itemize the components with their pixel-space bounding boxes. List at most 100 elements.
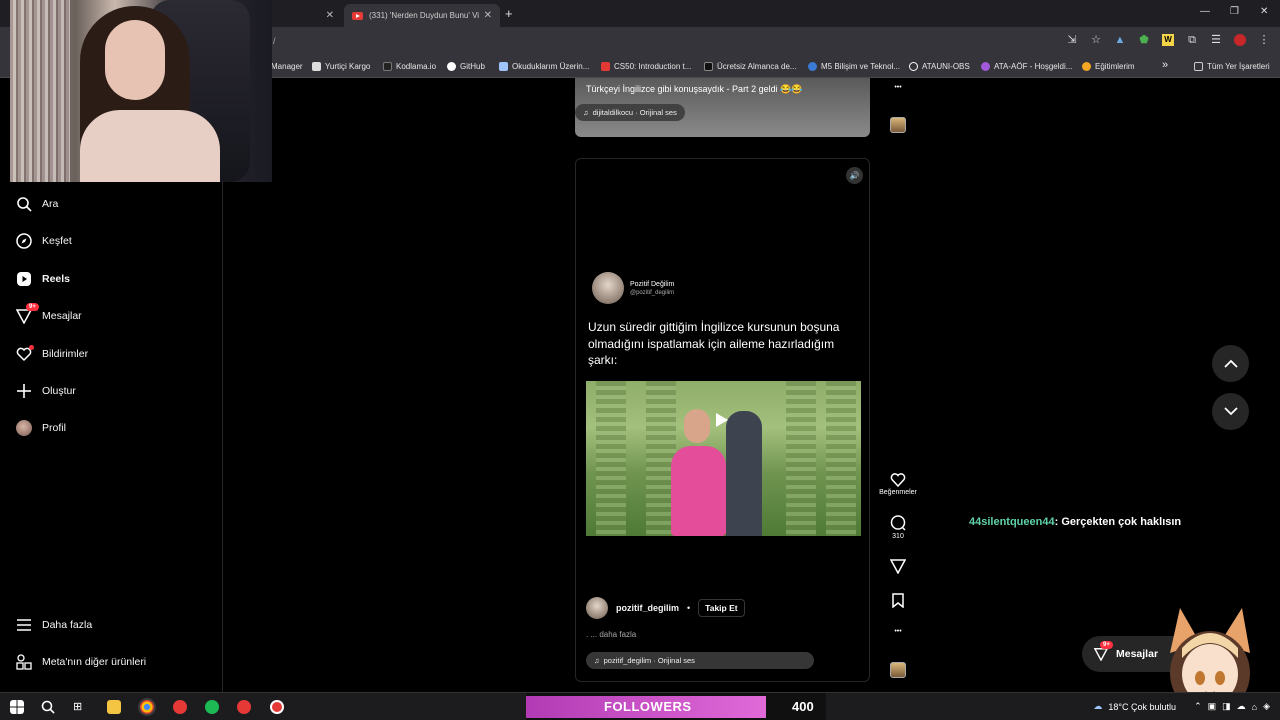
separator-dot: •: [687, 603, 691, 613]
previous-post[interactable]: Türkçeyi İngilizce gibi konuşsaydık - Pa…: [575, 78, 870, 137]
send-icon: [890, 559, 906, 574]
shield-extension-icon[interactable]: ⬟: [1138, 34, 1150, 46]
sidebar-item-messages[interactable]: 9+ Mesajlar: [15, 303, 82, 325]
more-options-icon[interactable]: •••: [878, 84, 918, 91]
bookmark-item[interactable]: Kodlama.io: [383, 62, 436, 71]
task-view-icon[interactable]: ⊞: [73, 700, 87, 714]
url-text[interactable]: /: [273, 36, 276, 46]
like-button[interactable]: Beğenmeler: [878, 472, 918, 496]
tray-icon[interactable]: ⌂: [1252, 702, 1257, 712]
m5-icon: [808, 62, 817, 71]
close-tab-icon[interactable]: ✕: [326, 10, 334, 21]
video-frame[interactable]: [586, 381, 861, 536]
spotify-icon[interactable]: [205, 700, 219, 714]
puzzle-icon[interactable]: ⧉: [1186, 34, 1198, 46]
bookmark-item[interactable]: GitHub: [447, 62, 485, 71]
file-explorer-icon[interactable]: [107, 700, 121, 714]
weather-text[interactable]: 18°C Çok bulutlu: [1108, 702, 1176, 712]
tray-icon[interactable]: ◈: [1263, 701, 1270, 712]
bookmark-item[interactable]: Manager: [271, 62, 303, 71]
bookmark-item[interactable]: Okuduklarım Üzerin...: [499, 62, 589, 71]
comment-button[interactable]: 310: [878, 515, 918, 540]
search-icon[interactable]: [41, 700, 55, 714]
sidebar-item-reels[interactable]: Reels: [16, 271, 70, 287]
audio-pill[interactable]: ♫ dijitaldilkocu · Orijinal ses: [575, 104, 685, 121]
kebab-menu-icon[interactable]: ⋮: [1258, 34, 1270, 46]
close-window-icon[interactable]: ✕: [1260, 6, 1268, 17]
tray-icon[interactable]: ☁: [1237, 701, 1246, 712]
heart-icon: [890, 473, 906, 487]
sidebar-item-label: Keşfet: [42, 235, 72, 247]
messenger-icon: 9+: [15, 303, 39, 325]
restore-icon[interactable]: ❐: [1230, 6, 1239, 17]
taskbar: ⊞ FOLLOWERS 400 ☁ 18°C Çok bulutlu ⌃ ▣ ◨…: [0, 692, 1280, 720]
new-tab-button[interactable]: +: [505, 6, 513, 21]
bookmark-item[interactable]: M5 Bilişim ve Teknol...: [808, 62, 900, 71]
more-options-icon[interactable]: •••: [878, 628, 918, 635]
likes-label: Beğenmeler: [879, 489, 917, 496]
bookmark-item[interactable]: Ücretsiz Almanca de...: [704, 62, 797, 71]
music-icon: ♫: [594, 656, 600, 665]
more-link[interactable]: . ... daha fazla: [586, 630, 636, 639]
sidebar-item-search[interactable]: Ara: [16, 196, 58, 212]
bookmark-item[interactable]: ATAUNI-OBS: [909, 62, 970, 71]
save-button[interactable]: [878, 593, 918, 610]
tab-1[interactable]: ✕: [272, 4, 342, 27]
tray-icon[interactable]: ▣: [1208, 701, 1217, 712]
play-icon[interactable]: [716, 413, 728, 427]
app-icon-red[interactable]: [173, 700, 187, 714]
extension-w-icon[interactable]: W: [1162, 34, 1174, 46]
sidebar-item-more[interactable]: Daha fazla: [16, 617, 92, 633]
tab-youtube[interactable]: (331) 'Nerden Duydun Bunu' Vi ✕: [344, 4, 500, 27]
sidebar-item-create[interactable]: Oluştur: [16, 383, 76, 399]
chat-text: : Gerçekten çok haklısın: [1054, 516, 1182, 528]
sidebar-item-label: Bildirimler: [42, 348, 89, 360]
tweet-text: Uzun süredir gittiğim İngilizce kursunun…: [588, 320, 840, 367]
windows-start-icon[interactable]: [10, 700, 24, 714]
github-icon: [447, 62, 456, 71]
post-author: pozitif_degilim • Takip Et: [586, 597, 745, 619]
sidebar-item-label: Ara: [42, 198, 59, 210]
chat-message: 44silentqueen44: Gerçekten çok haklısın: [969, 516, 1181, 528]
profile-avatar[interactable]: [1234, 34, 1246, 46]
sidebar-item-explore[interactable]: Keşfet: [16, 233, 72, 249]
audio-pill[interactable]: ♫ pozitif_degilim · Orijinal ses: [586, 652, 814, 669]
weather-icon[interactable]: ☁: [1093, 701, 1102, 712]
reels-icon: [17, 272, 31, 286]
book-icon: [499, 62, 508, 71]
search-icon: [17, 197, 32, 212]
sidebar-item-label: Mesajlar: [42, 310, 82, 322]
webcam-overlay: [10, 0, 272, 182]
audio-thumbnail[interactable]: [890, 662, 906, 678]
sidebar-item-notifications[interactable]: Bildirimler: [16, 345, 89, 362]
follow-button[interactable]: Takip Et: [698, 599, 745, 617]
obs-icon[interactable]: [270, 700, 284, 714]
sidebar-item-meta[interactable]: Meta'nın diğer ürünleri: [16, 654, 146, 670]
sidebar-item-profile[interactable]: Profil: [16, 420, 66, 436]
author-username[interactable]: pozitif_degilim: [616, 603, 679, 613]
extension-1-icon[interactable]: ▲: [1114, 34, 1126, 46]
audio-thumbnail[interactable]: [890, 117, 906, 133]
bookmark-item[interactable]: ATA-AÖF - Hoşgeldi...: [981, 62, 1072, 71]
bookmarks-overflow-button[interactable]: »: [1162, 59, 1168, 71]
notification-dot: [29, 345, 34, 350]
minimize-icon[interactable]: —: [1200, 6, 1210, 17]
star-icon[interactable]: ☆: [1090, 34, 1102, 46]
chevron-up-icon[interactable]: ⌃: [1194, 701, 1202, 712]
previous-reel-button[interactable]: [1212, 345, 1249, 382]
tray-icon[interactable]: ◨: [1222, 701, 1231, 712]
next-reel-button[interactable]: [1212, 393, 1249, 430]
media-icon[interactable]: ☰: [1210, 34, 1222, 46]
all-bookmarks-button[interactable]: Tüm Yer İşaretleri: [1194, 62, 1270, 71]
bookmark-item[interactable]: Yurtiçi Kargo: [312, 62, 370, 71]
share-button[interactable]: [878, 558, 918, 576]
post-caption: Türkçeyi İngilizce gibi konuşsaydık - Pa…: [586, 84, 803, 94]
app-icon-red[interactable]: [237, 700, 251, 714]
bookmark-item[interactable]: Eğitimlerim: [1082, 62, 1135, 71]
avatar[interactable]: [586, 597, 608, 619]
bookmark-item[interactable]: CS50: Introduction t...: [601, 62, 691, 71]
install-app-icon[interactable]: ⇲: [1066, 34, 1078, 46]
volume-icon[interactable]: 🔊: [846, 167, 863, 184]
close-tab-icon[interactable]: ✕: [484, 10, 492, 21]
chrome-icon[interactable]: [138, 698, 156, 716]
